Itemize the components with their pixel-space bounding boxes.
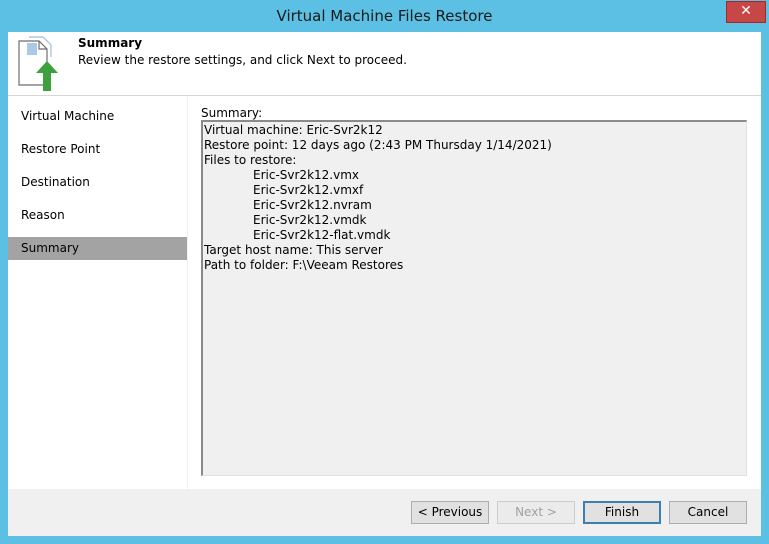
summary-file-item: Eric-Svr2k12-flat.vmdk xyxy=(253,228,391,242)
summary-panel: Summary: Virtual machine: Eric-Svr2k12 R… xyxy=(188,96,761,489)
close-icon: ✕ xyxy=(740,3,752,19)
summary-label: Summary: xyxy=(201,106,263,120)
cancel-button[interactable]: Cancel xyxy=(669,501,747,524)
sidebar-item-destination[interactable]: Destination xyxy=(8,171,187,194)
sidebar-item-virtual-machine[interactable]: Virtual Machine xyxy=(8,105,187,128)
summary-textbox[interactable]: Virtual machine: Eric-Svr2k12 Restore po… xyxy=(201,120,747,476)
sidebar-item-reason[interactable]: Reason xyxy=(8,204,187,227)
summary-file-item: Eric-Svr2k12.vmdk xyxy=(253,213,367,227)
previous-button[interactable]: < Previous xyxy=(411,501,489,524)
restore-document-icon xyxy=(18,36,58,91)
wizard-footer: < Previous Next > Finish Cancel xyxy=(8,489,761,536)
summary-file-item: Eric-Svr2k12.vmx xyxy=(253,168,359,182)
header-subtitle: Review the restore settings, and click N… xyxy=(78,53,407,67)
finish-button[interactable]: Finish xyxy=(583,501,661,524)
summary-files-header: Files to restore: xyxy=(204,153,297,167)
window-title: Virtual Machine Files Restore xyxy=(276,7,493,25)
summary-vm-line: Virtual machine: Eric-Svr2k12 xyxy=(204,123,383,137)
wizard-header: Summary Review the restore settings, and… xyxy=(8,32,761,96)
title-bar[interactable]: Virtual Machine Files Restore ✕ xyxy=(0,0,769,32)
wizard-content: Summary Review the restore settings, and… xyxy=(8,32,761,536)
header-title: Summary xyxy=(78,36,143,50)
sidebar-item-restore-point[interactable]: Restore Point xyxy=(8,138,187,161)
wizard-window: Virtual Machine Files Restore ✕ Summary … xyxy=(0,0,769,544)
summary-file-item: Eric-Svr2k12.vmxf xyxy=(253,183,364,197)
summary-target-host-line: Target host name: This server xyxy=(204,243,383,257)
next-button[interactable]: Next > xyxy=(497,501,575,524)
wizard-steps-sidebar: Virtual Machine Restore Point Destinatio… xyxy=(8,96,187,489)
summary-restore-point-line: Restore point: 12 days ago (2:43 PM Thur… xyxy=(204,138,552,152)
sidebar-item-summary[interactable]: Summary xyxy=(8,237,187,260)
summary-path-line: Path to folder: F:\Veeam Restores xyxy=(204,258,404,272)
close-button[interactable]: ✕ xyxy=(726,1,766,23)
summary-file-item: Eric-Svr2k12.nvram xyxy=(253,198,372,212)
